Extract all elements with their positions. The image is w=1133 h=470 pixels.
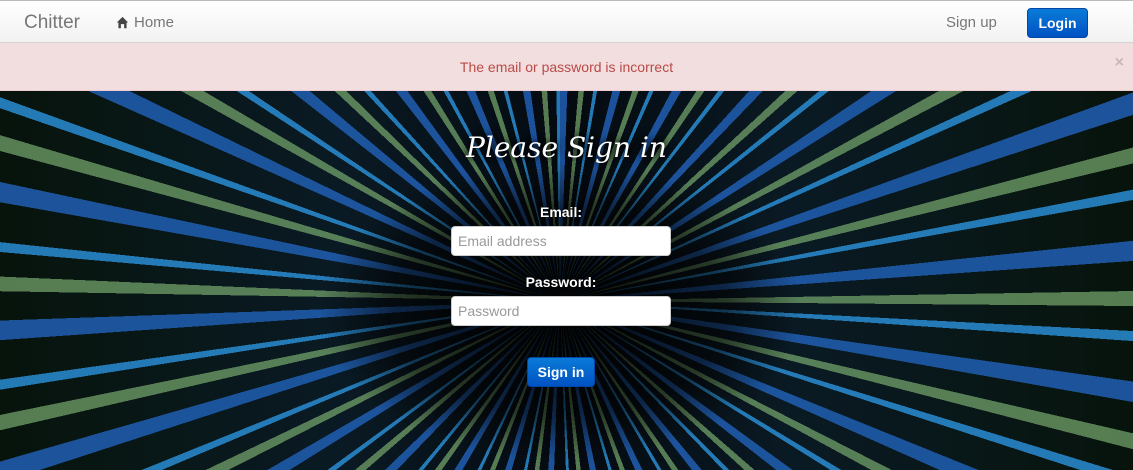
login-button[interactable]: Login	[1027, 8, 1088, 38]
nav-home-link[interactable]: Home	[116, 14, 174, 31]
home-icon	[116, 16, 129, 29]
nav-signup-link[interactable]: Sign up	[946, 14, 997, 31]
close-icon[interactable]: ×	[1115, 54, 1124, 72]
email-input[interactable]	[451, 226, 671, 256]
error-alert: The email or password is incorrect ×	[0, 43, 1133, 91]
hero-background: Please Sign in Email: Password: Sign in	[0, 91, 1133, 470]
password-label: Password:	[525, 274, 597, 290]
password-input[interactable]	[451, 296, 671, 326]
nav-home-label: Home	[134, 14, 175, 31]
brand-logo[interactable]: Chitter	[24, 12, 80, 34]
page-title: Please Sign in	[466, 131, 667, 164]
sign-in-button[interactable]: Sign in	[527, 357, 595, 387]
navbar: Chitter Home Sign up Login	[0, 0, 1133, 43]
email-label: Email:	[539, 204, 582, 220]
alert-message: The email or password is incorrect	[459, 58, 674, 75]
